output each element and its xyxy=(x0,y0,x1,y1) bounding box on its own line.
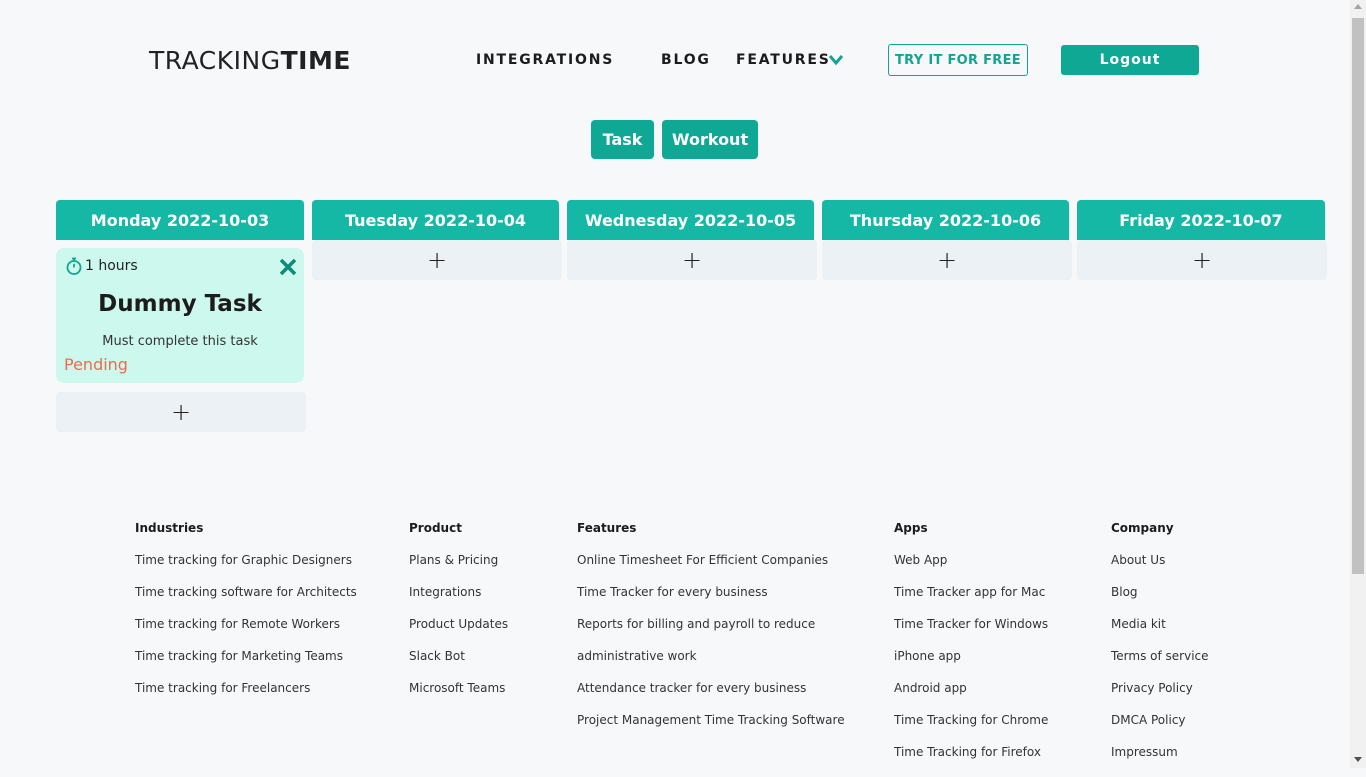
try-free-button[interactable]: TRY IT FOR FREE xyxy=(888,44,1028,76)
footer-industries: Industries Time tracking for Graphic Des… xyxy=(135,521,357,713)
logo-text-bold: TIME xyxy=(280,46,351,75)
add-task-button-thursday[interactable]: + xyxy=(822,240,1072,280)
plus-icon: + xyxy=(426,246,448,274)
footer-link[interactable]: Online Timesheet For Efficient Companies xyxy=(577,553,845,585)
nav-integrations[interactable]: INTEGRATIONS xyxy=(476,52,614,68)
footer-link[interactable]: Android app xyxy=(894,681,1048,713)
footer-link[interactable]: iPhone app xyxy=(894,649,1048,681)
footer-link[interactable]: Time tracking software for Architects xyxy=(135,585,357,617)
day-header-friday: Friday 2022-10-07 xyxy=(1077,200,1325,240)
nav-blog[interactable]: BLOG xyxy=(661,52,711,68)
footer-link[interactable]: Time tracking for Remote Workers xyxy=(135,617,357,649)
footer-link[interactable]: About Us xyxy=(1111,553,1209,585)
footer-link[interactable]: Integrations xyxy=(409,585,508,617)
footer-link[interactable]: Time tracking for Freelancers xyxy=(135,681,357,713)
footer-link[interactable]: Time tracking for Graphic Designers xyxy=(135,553,357,585)
footer-link[interactable]: Product Updates xyxy=(409,617,508,649)
footer-link[interactable]: Reports for billing and payroll to reduc… xyxy=(577,617,845,649)
footer-link[interactable]: Time Tracker for every business xyxy=(577,585,845,617)
add-task-button-monday[interactable]: + xyxy=(56,392,306,432)
task-hours: 1 hours xyxy=(85,258,138,274)
scroll-down-arrow-icon[interactable] xyxy=(1354,757,1362,762)
add-task-button-tuesday[interactable]: + xyxy=(312,240,562,280)
add-task-button-wednesday[interactable]: + xyxy=(567,240,817,280)
site-header: TRACKINGTIME INTEGRATIONS BLOG FEATURES … xyxy=(0,0,1350,120)
task-status: Pending xyxy=(64,355,128,374)
footer-heading-company: Company xyxy=(1111,521,1174,535)
footer-link[interactable]: Privacy Policy xyxy=(1111,681,1209,713)
plus-icon: + xyxy=(170,398,192,426)
plus-icon: + xyxy=(1191,246,1213,274)
task-title: Dummy Task xyxy=(98,291,262,317)
footer-heading-product: Product xyxy=(409,521,462,535)
close-icon[interactable] xyxy=(278,257,298,277)
scroll-up-arrow-icon[interactable] xyxy=(1354,4,1362,9)
nav-features[interactable]: FEATURES xyxy=(736,52,831,68)
footer-link[interactable]: Blog xyxy=(1111,585,1209,617)
plus-icon: + xyxy=(936,246,958,274)
footer-heading-industries: Industries xyxy=(135,521,204,535)
footer-link[interactable]: Time Tracker app for Mac xyxy=(894,585,1048,617)
footer-link[interactable]: Media kit xyxy=(1111,617,1209,649)
footer-heading-features: Features xyxy=(577,521,637,535)
logout-button[interactable]: Logout xyxy=(1061,45,1199,75)
add-task-button-friday[interactable]: + xyxy=(1077,240,1327,280)
scrollbar-thumb[interactable] xyxy=(1352,18,1364,574)
logo-text-light: TRACKING xyxy=(149,46,281,75)
footer-product: Product Plans & Pricing Integrations Pro… xyxy=(409,521,508,713)
footer-heading-apps: Apps xyxy=(894,521,928,535)
footer-link[interactable]: Plans & Pricing xyxy=(409,553,508,585)
day-header-tuesday: Tuesday 2022-10-04 xyxy=(312,200,559,240)
footer-link[interactable]: Time Tracking for Chrome xyxy=(894,713,1048,745)
footer-link[interactable]: administrative work xyxy=(577,649,845,681)
logo[interactable]: TRACKINGTIME xyxy=(149,46,351,75)
task-card[interactable]: 1 hours Dummy Task Must complete this ta… xyxy=(56,248,304,383)
footer-link[interactable]: Time Tracker for Windows xyxy=(894,617,1048,649)
footer-company: Company About Us Blog Media kit Terms of… xyxy=(1111,521,1209,777)
footer-link[interactable]: DMCA Policy xyxy=(1111,713,1209,745)
day-header-wednesday: Wednesday 2022-10-05 xyxy=(567,200,814,240)
footer-link[interactable]: Web App xyxy=(894,553,1048,585)
footer-link[interactable]: Slack Bot xyxy=(409,649,508,681)
footer-link[interactable]: Impressum xyxy=(1111,745,1209,777)
footer-link[interactable]: Project Management Time Tracking Softwar… xyxy=(577,713,845,745)
task-description: Must complete this task xyxy=(102,334,258,349)
footer-apps: Apps Web App Time Tracker app for Mac Ti… xyxy=(894,521,1048,777)
footer-link[interactable]: Attendance tracker for every business xyxy=(577,681,845,713)
footer-link[interactable]: Time Tracking for Firefox xyxy=(894,745,1048,777)
footer-link[interactable]: Time tracking for Marketing Teams xyxy=(135,649,357,681)
chevron-down-icon[interactable] xyxy=(828,54,844,66)
day-header-monday: Monday 2022-10-03 xyxy=(56,200,304,240)
day-header-thursday: Thursday 2022-10-06 xyxy=(822,200,1069,240)
plus-icon: + xyxy=(681,246,703,274)
footer-link[interactable]: Microsoft Teams xyxy=(409,681,508,713)
timer-icon xyxy=(66,257,82,275)
footer-link[interactable]: Terms of service xyxy=(1111,649,1209,681)
footer-features: Features Online Timesheet For Efficient … xyxy=(577,521,845,745)
workout-toggle-button[interactable]: Workout xyxy=(662,120,758,159)
task-toggle-button[interactable]: Task xyxy=(591,120,654,159)
